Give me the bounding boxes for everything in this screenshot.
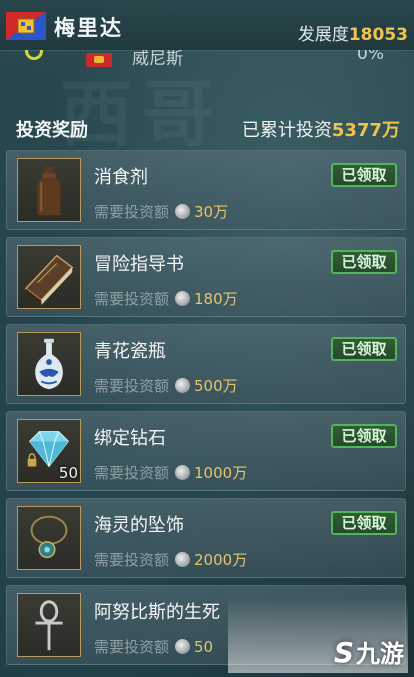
development-label: 发展度 [297,25,349,45]
reward-name: 消食剂 [94,167,148,188]
vase-icon [17,332,81,396]
required-amount: 2000万 [194,551,248,569]
claimed-button[interactable]: 已领取 [331,424,397,448]
strip-percent: 0% [357,50,384,64]
required-amount: 500万 [194,377,238,395]
watermark-text: 九游 [356,640,404,668]
required-label: 需要投资额 [94,290,170,308]
reward-name: 青花瓷瓶 [94,341,166,362]
book-icon [17,245,81,309]
nation-flag-icon [86,53,112,67]
city-name: 梅里达 [54,16,123,40]
reward-name: 阿努比斯的生死 [94,602,220,623]
required-investment: 需要投资额 1000万 [94,462,247,483]
item-quantity: 50 [58,464,78,482]
required-investment: 需要投资额 500万 [94,375,238,396]
required-label: 需要投资额 [94,377,170,395]
total-investment: 已累计投资5377万 [242,116,400,142]
rewards-title: 投资奖励 [16,120,88,141]
required-label: 需要投资额 [94,464,170,482]
reward-item: 50 绑定钻石 需要投资额 1000万 已领取 [6,411,406,491]
reward-item: 消食剂 需要投资额 30万 已领取 [6,150,406,230]
reward-item: 冒险指导书 需要投资额 180万 已领取 [6,237,406,317]
total-value: 5377万 [331,120,400,141]
required-amount: 1000万 [194,464,248,482]
required-investment: 需要投资额 50 [94,636,213,657]
ring-icon [25,50,43,60]
coin-icon [175,378,191,393]
reward-name: 海灵的坠饰 [94,515,184,536]
ankh-icon [17,593,81,657]
reward-name: 绑定钻石 [94,428,166,449]
jiuyou-logo-icon: S [333,636,354,669]
required-label: 需要投资额 [94,638,170,656]
claimed-button[interactable]: 已领取 [331,337,397,361]
coin-icon [175,639,191,654]
development-value: 18053 [348,25,408,45]
claimed-button[interactable]: 已领取 [331,250,397,274]
bottle-icon [17,158,81,222]
required-investment: 需要投资额 30万 [94,201,228,222]
coin-icon [175,552,191,567]
watermark-logo: S九游 [334,634,404,669]
city-header: 梅里达 发展度18053 [0,0,414,51]
coin-icon [175,465,191,480]
required-investment: 需要投资额 2000万 [94,549,247,570]
required-amount: 30万 [194,203,229,221]
city-flag-icon [6,12,46,40]
reward-list: 消食剂 需要投资额 30万 已领取 冒险指导书 需要投资额 180万 已领取 青… [6,150,406,672]
required-label: 需要投资额 [94,551,170,569]
claimed-button[interactable]: 已领取 [331,163,397,187]
reward-item: 青花瓷瓶 需要投资额 500万 已领取 [6,324,406,404]
reward-item: 海灵的坠饰 需要投资额 2000万 已领取 [6,498,406,578]
development-indicator: 发展度18053 [298,20,408,45]
ranking-strip: 威尼斯 0% [0,50,414,72]
required-amount: 180万 [194,290,238,308]
diamond-icon: 50 [17,419,81,483]
pendant-icon [17,506,81,570]
coin-icon [175,291,191,306]
strip-city-name: 威尼斯 [132,50,183,69]
required-label: 需要投资额 [94,203,170,221]
claimed-button[interactable]: 已领取 [331,511,397,535]
total-label: 已累计投资 [241,120,332,141]
rewards-title-bar: 投资奖励 已累计投资5377万 [0,108,414,146]
required-amount: 50 [194,638,214,656]
required-investment: 需要投资额 180万 [94,288,238,309]
reward-name: 冒险指导书 [94,254,184,275]
coin-icon [175,204,191,219]
